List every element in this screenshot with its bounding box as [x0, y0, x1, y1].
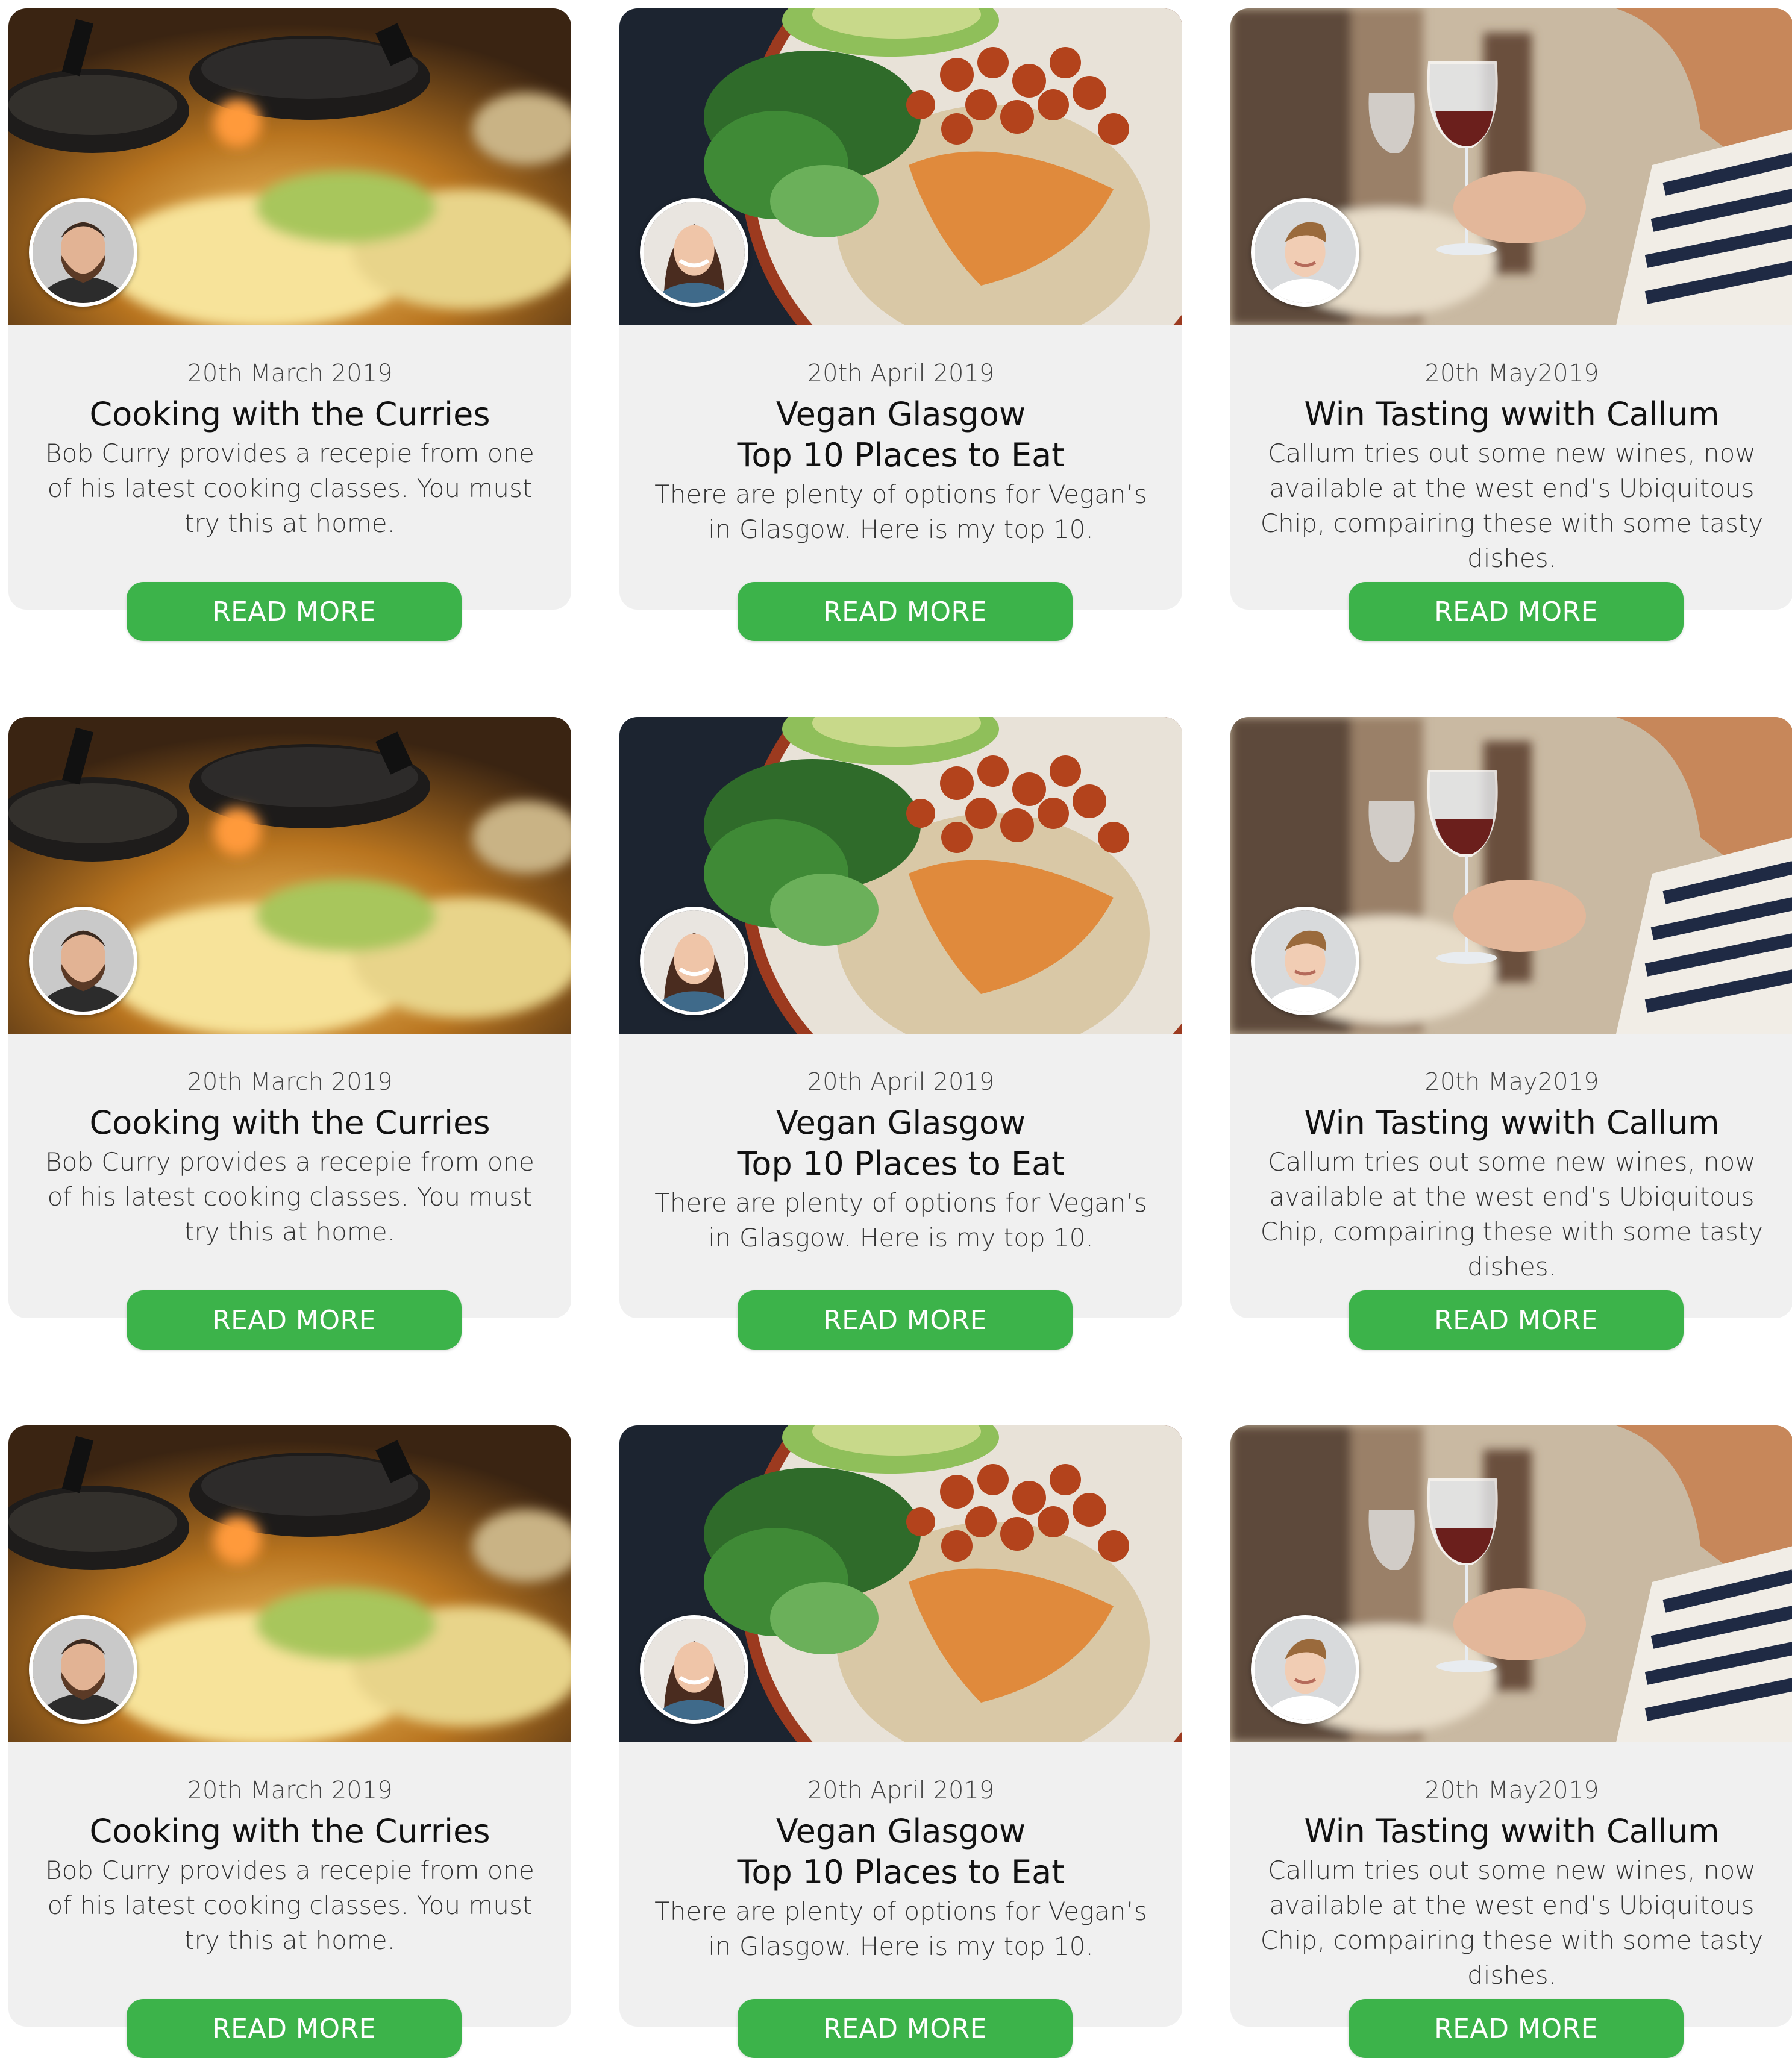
card-panel: 20th May2019 Win Tasting wwith Callum Ca… — [1230, 1425, 1792, 2027]
read-more-button[interactable]: READ MORE — [127, 1999, 462, 2058]
post-date: 20th April 2019 — [807, 360, 995, 387]
post-title-line: Top 10 Places to Eat — [737, 1145, 1065, 1183]
post-date: 20th May2019 — [1424, 360, 1599, 387]
author-avatar — [640, 198, 748, 307]
author-avatar — [1251, 1615, 1359, 1724]
post-title: Cooking with the Curries — [33, 394, 547, 435]
read-more-button[interactable]: READ MORE — [738, 582, 1073, 641]
post-description: There are plenty of options for Vegan’s … — [654, 1897, 1147, 1961]
author-avatar — [29, 1615, 137, 1724]
card-panel: 20th March 2019 Cooking with the Curries… — [8, 717, 571, 1318]
post-description: Callum tries out some new wines, now ava… — [1260, 1856, 1764, 1990]
blog-card: 20th April 2019 Vegan Glasgow Top 10 Pla… — [619, 1425, 1182, 2058]
blog-card: 20th March 2019 Cooking with the Curries… — [8, 1425, 571, 2058]
post-date: 20th May2019 — [1424, 1068, 1599, 1096]
read-more-button[interactable]: READ MORE — [127, 582, 462, 641]
post-description: There are plenty of options for Vegan’s … — [654, 1188, 1147, 1253]
read-more-button[interactable]: READ MORE — [738, 1290, 1073, 1350]
post-description: Bob Curry provides a recepie from one of… — [45, 439, 534, 538]
post-title-line: Vegan Glasgow — [775, 1812, 1026, 1850]
post-description: Callum tries out some new wines, now ava… — [1260, 1147, 1764, 1281]
blog-card: 20th May2019 Win Tasting wwith Callum Ca… — [1230, 1425, 1792, 2058]
post-title: Vegan Glasgow Top 10 Places to Eat — [644, 1102, 1158, 1184]
card-panel: 20th March 2019 Cooking with the Curries… — [8, 1425, 571, 2027]
post-date: 20th April 2019 — [807, 1068, 995, 1096]
read-more-button[interactable]: READ MORE — [738, 1999, 1073, 2058]
post-description: Bob Curry provides a recepie from one of… — [45, 1147, 534, 1246]
post-title-line: Win Tasting wwith Callum — [1304, 1104, 1720, 1142]
post-description: There are plenty of options for Vegan’s … — [654, 480, 1147, 544]
card-panel: 20th April 2019 Vegan Glasgow Top 10 Pla… — [619, 8, 1182, 610]
post-title: Win Tasting wwith Callum — [1255, 1102, 1769, 1143]
post-title-line: Vegan Glasgow — [775, 395, 1026, 433]
blog-card: 20th May2019 Win Tasting wwith Callum Ca… — [1230, 717, 1792, 1355]
read-more-button[interactable]: READ MORE — [127, 1290, 462, 1350]
author-avatar — [29, 907, 137, 1015]
read-more-button[interactable]: READ MORE — [1349, 582, 1684, 641]
card-panel: 20th May2019 Win Tasting wwith Callum Ca… — [1230, 717, 1792, 1318]
post-description: Callum tries out some new wines, now ava… — [1260, 439, 1764, 573]
post-title-line: Win Tasting wwith Callum — [1304, 1812, 1720, 1850]
blog-card-grid: 20th March 2019 Cooking with the Curries… — [0, 0, 1792, 2058]
post-title: Cooking with the Curries — [33, 1811, 547, 1852]
card-panel: 20th May2019 Win Tasting wwith Callum Ca… — [1230, 8, 1792, 610]
blog-card: 20th April 2019 Vegan Glasgow Top 10 Pla… — [619, 717, 1182, 1355]
card-panel: 20th April 2019 Vegan Glasgow Top 10 Pla… — [619, 717, 1182, 1318]
post-title-line: Top 10 Places to Eat — [737, 1853, 1065, 1891]
author-avatar — [640, 907, 748, 1015]
post-title-line: Cooking with the Curries — [89, 395, 490, 433]
post-title-line: Cooking with the Curries — [89, 1812, 490, 1850]
card-panel: 20th March 2019 Cooking with the Curries… — [8, 8, 571, 610]
blog-card: 20th March 2019 Cooking with the Curries… — [8, 717, 571, 1355]
post-title-line: Vegan Glasgow — [775, 1104, 1026, 1142]
read-more-button[interactable]: READ MORE — [1349, 1999, 1684, 2058]
post-date: 20th April 2019 — [807, 1777, 995, 1804]
post-description: Bob Curry provides a recepie from one of… — [45, 1856, 534, 1955]
blog-card: 20th March 2019 Cooking with the Curries… — [8, 8, 571, 646]
author-avatar — [640, 1615, 748, 1724]
post-date: 20th March 2019 — [187, 1777, 393, 1804]
card-panel: 20th April 2019 Vegan Glasgow Top 10 Pla… — [619, 1425, 1182, 2027]
post-title: Vegan Glasgow Top 10 Places to Eat — [644, 1811, 1158, 1893]
post-title-line: Win Tasting wwith Callum — [1304, 395, 1720, 433]
read-more-button[interactable]: READ MORE — [1349, 1290, 1684, 1350]
post-title: Vegan Glasgow Top 10 Places to Eat — [644, 394, 1158, 476]
post-title-line: Cooking with the Curries — [89, 1104, 490, 1142]
author-avatar — [29, 198, 137, 307]
post-title: Win Tasting wwith Callum — [1255, 1811, 1769, 1852]
author-avatar — [1251, 907, 1359, 1015]
post-date: 20th March 2019 — [187, 360, 393, 387]
blog-card: 20th May2019 Win Tasting wwith Callum Ca… — [1230, 8, 1792, 646]
post-title-line: Top 10 Places to Eat — [737, 436, 1065, 474]
blog-card: 20th April 2019 Vegan Glasgow Top 10 Pla… — [619, 8, 1182, 646]
post-title: Cooking with the Curries — [33, 1102, 547, 1143]
post-date: 20th March 2019 — [187, 1068, 393, 1096]
post-date: 20th May2019 — [1424, 1777, 1599, 1804]
author-avatar — [1251, 198, 1359, 307]
post-title: Win Tasting wwith Callum — [1255, 394, 1769, 435]
